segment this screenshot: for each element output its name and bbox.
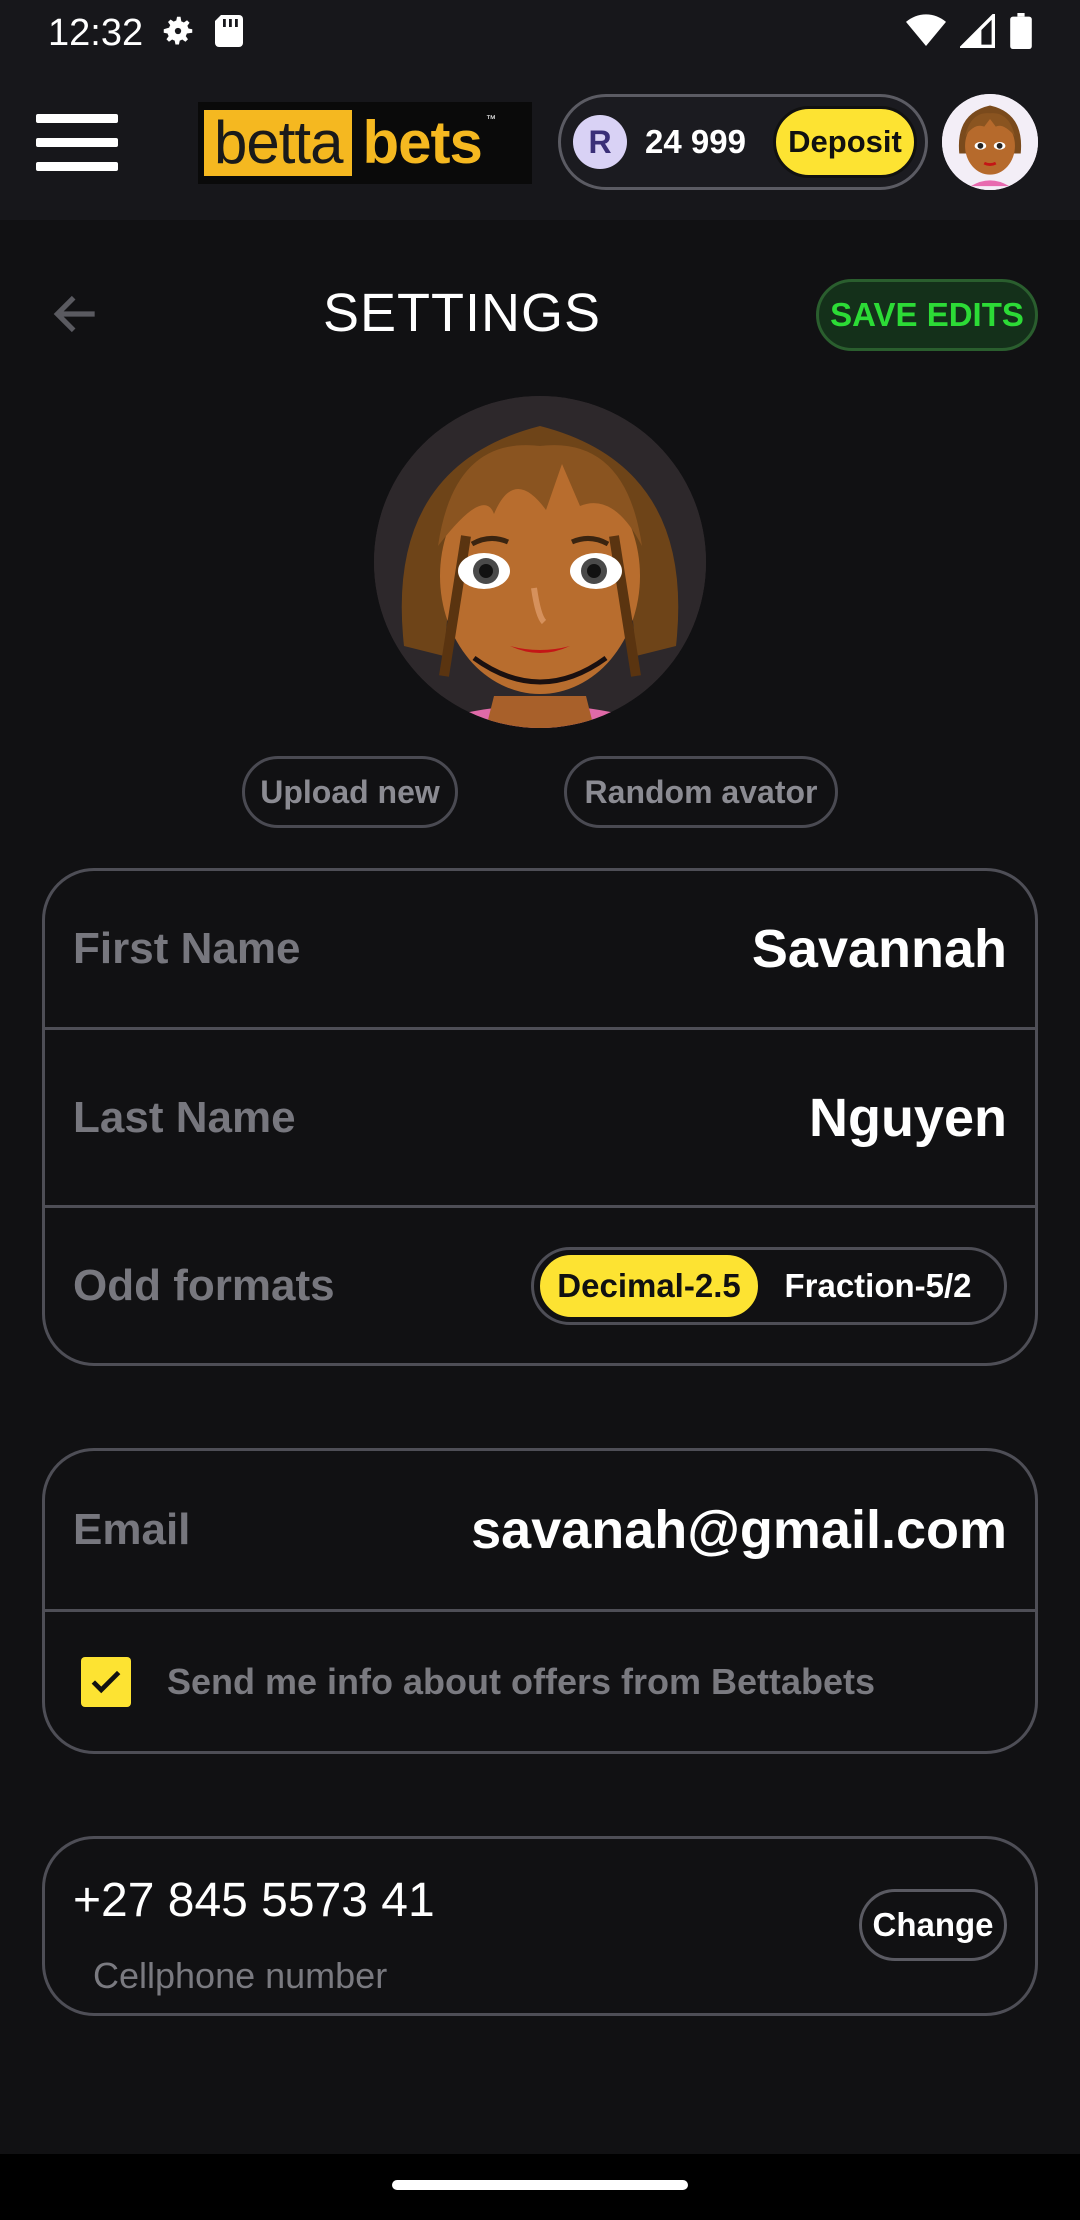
odd-format-fraction-option[interactable]: Fraction-5/2 xyxy=(760,1253,996,1319)
wallet-pill: R 24 999 Deposit xyxy=(558,94,928,190)
app-header: betta bets ™ R 24 999 Deposit xyxy=(0,66,1080,220)
sd-card-icon xyxy=(213,13,245,54)
odd-formats-label: Odd formats xyxy=(73,1260,335,1310)
currency-badge: R xyxy=(573,115,627,169)
upload-new-button[interactable]: Upload new xyxy=(242,756,458,828)
user-avatar[interactable] xyxy=(942,94,1038,190)
wifi-icon xyxy=(906,13,946,53)
save-edits-button[interactable]: SAVE EDITS xyxy=(816,279,1038,351)
phone-card: +27 845 5573 41 Cellphone number Change xyxy=(42,1836,1038,2016)
phone-number: +27 845 5573 41 xyxy=(73,1874,435,1927)
offers-row[interactable]: Send me info about offers from Bettabets xyxy=(45,1609,1035,1751)
deposit-button[interactable]: Deposit xyxy=(773,106,917,178)
balance-amount: 24 999 xyxy=(645,123,746,160)
battery-icon xyxy=(1010,12,1032,54)
last-name-value[interactable]: Nguyen xyxy=(809,1087,1007,1149)
phone-caption: Cellphone number xyxy=(93,1955,388,1996)
logo-trademark: ™ xyxy=(485,114,496,125)
odd-formats-row: Odd formats Decimal-2.5 Fraction-5/2 xyxy=(45,1205,1035,1363)
profile-avatar xyxy=(374,396,706,728)
email-row[interactable]: Email savanah@gmail.com xyxy=(45,1451,1035,1609)
status-bar: 12:32 xyxy=(0,0,1080,66)
bettabets-logo[interactable]: betta bets ™ xyxy=(198,102,532,184)
hamburger-menu-icon[interactable] xyxy=(36,114,118,174)
logo-text-bets: bets xyxy=(362,109,482,176)
offers-label: Send me info about offers from Bettabets xyxy=(167,1660,876,1702)
cell-signal-icon xyxy=(958,11,996,53)
contact-card: Email savanah@gmail.com Send me info abo… xyxy=(42,1448,1038,1754)
last-name-row[interactable]: Last Name Nguyen xyxy=(45,1027,1035,1205)
email-label: Email xyxy=(73,1505,191,1554)
status-time: 12:32 xyxy=(48,11,144,54)
checkmark-icon xyxy=(91,1670,121,1693)
email-value[interactable]: savanah@gmail.com xyxy=(471,1499,1007,1561)
profile-card: First Name Savannah Last Name Nguyen Odd… xyxy=(42,868,1038,1366)
odd-format-decimal-option[interactable]: Decimal-2.5 xyxy=(538,1252,760,1319)
page-title: SETTINGS xyxy=(322,283,602,343)
first-name-value[interactable]: Savannah xyxy=(752,918,1007,980)
offers-checkbox[interactable] xyxy=(81,1656,131,1707)
odd-format-toggle[interactable]: Decimal-2.5 Fraction-5/2 xyxy=(531,1246,1007,1325)
settings-gear-icon xyxy=(159,12,197,55)
random-avatar-button[interactable]: Random avator xyxy=(564,756,838,828)
home-gesture-handle[interactable] xyxy=(392,2180,688,2190)
first-name-label: First Name xyxy=(73,924,301,973)
system-nav-bar xyxy=(0,2154,1080,2220)
logo-text-betta: betta xyxy=(204,110,353,176)
last-name-label: Last Name xyxy=(73,1092,296,1142)
first-name-row[interactable]: First Name Savannah xyxy=(45,871,1035,1027)
change-phone-button[interactable]: Change xyxy=(859,1889,1007,1961)
